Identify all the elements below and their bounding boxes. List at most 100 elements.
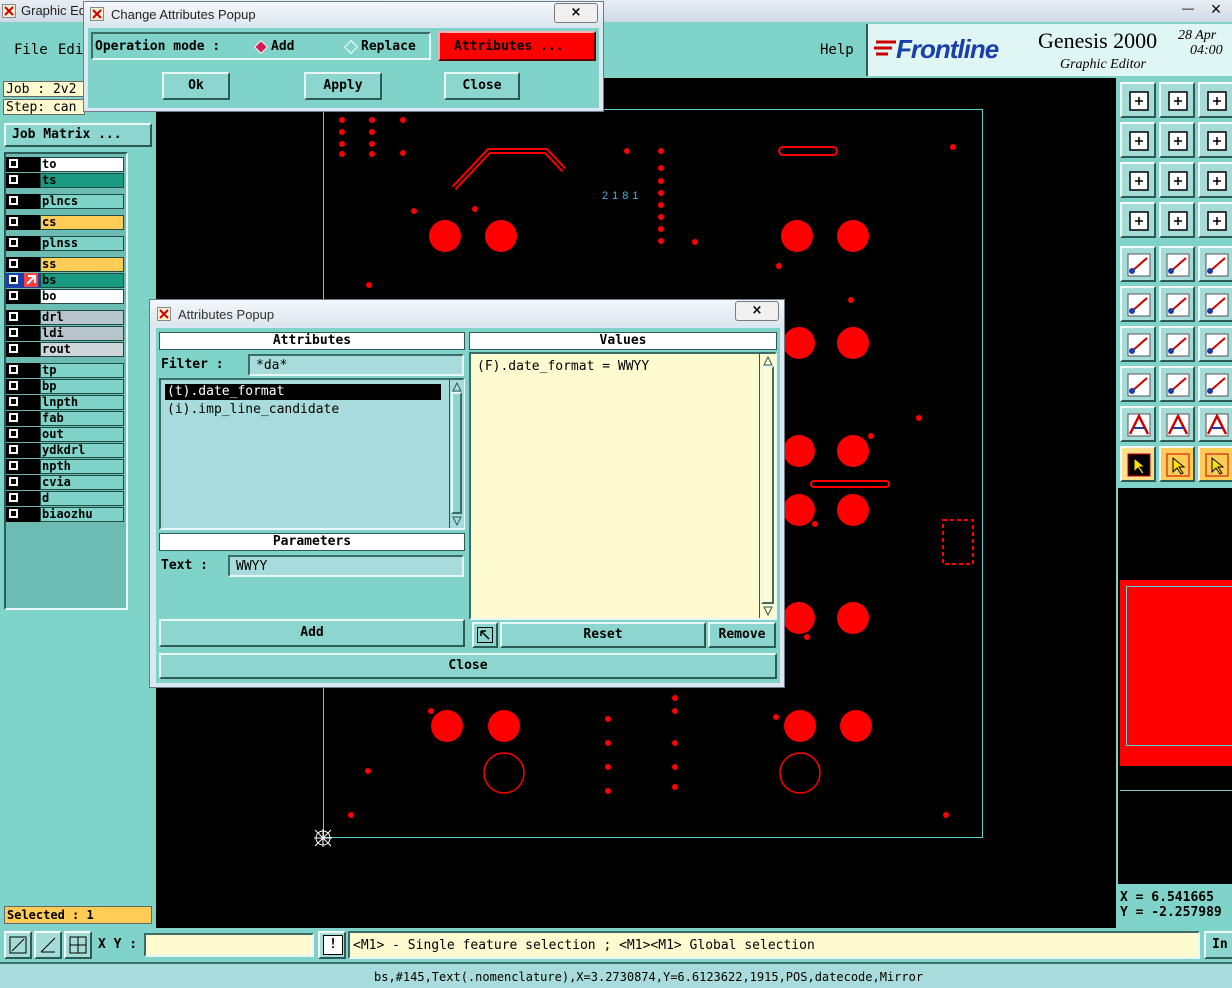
filter-input[interactable]: *da*	[248, 354, 464, 376]
layer-row-drl[interactable]: drl	[6, 310, 124, 325]
remove-button[interactable]: Remove	[708, 622, 776, 648]
layer-name[interactable]: d	[40, 491, 124, 506]
grid-tool[interactable]	[64, 931, 92, 959]
layer-checkbox[interactable]	[9, 509, 18, 518]
layer-checkbox[interactable]	[9, 445, 18, 454]
xy-input[interactable]	[144, 933, 314, 957]
fit-center-tool[interactable]	[1159, 162, 1195, 198]
route-tool[interactable]	[1198, 202, 1232, 238]
line-tool[interactable]	[1159, 326, 1195, 362]
add-button[interactable]: Add	[159, 619, 465, 647]
layer-row-plncs[interactable]: plncs	[6, 194, 124, 209]
layer-row-biaozhu[interactable]: biaozhu	[6, 507, 124, 522]
layer-name[interactable]: bo	[40, 289, 124, 304]
layer-checkbox[interactable]	[9, 328, 18, 337]
draw-poly-tool[interactable]	[1159, 246, 1195, 282]
select-active-tool[interactable]	[1159, 446, 1195, 482]
measure-tool[interactable]	[1120, 202, 1156, 238]
connect-tool[interactable]	[1120, 286, 1156, 322]
close-window-button[interactable]: ×	[1204, 0, 1228, 20]
layer-name[interactable]: ts	[40, 173, 124, 188]
info-button[interactable]: In	[1204, 931, 1232, 959]
layer-checkbox[interactable]	[9, 429, 18, 438]
edit-node-tool[interactable]	[1120, 366, 1156, 402]
warning-button[interactable]: !	[318, 931, 346, 959]
layer-row-d[interactable]: d	[6, 491, 124, 506]
ruler-tool[interactable]	[1198, 246, 1232, 282]
menu-help[interactable]: Help	[820, 42, 854, 58]
layer-row-ldi[interactable]: ldi	[6, 326, 124, 341]
mirror-tool[interactable]	[1198, 366, 1232, 402]
layer-row-npth[interactable]: npth	[6, 459, 124, 474]
layer-checkbox[interactable]	[9, 413, 18, 422]
layer-name[interactable]: ldi	[40, 326, 124, 341]
layer-name[interactable]: ydkdrl	[40, 443, 124, 458]
layer-checkbox[interactable]	[9, 381, 18, 390]
attribute-item-date-format[interactable]: (t).date_format	[165, 384, 441, 400]
layer-name[interactable]: bs	[40, 273, 124, 288]
mode-replace-radio[interactable]: Replace	[343, 38, 433, 56]
attributes-button[interactable]: Attributes ...	[438, 31, 596, 61]
layer-row-to[interactable]: to	[6, 157, 124, 172]
layer-row-tp[interactable]: tp	[6, 363, 124, 378]
layer-checkbox[interactable]	[9, 477, 18, 486]
layer-checkbox[interactable]	[9, 196, 18, 205]
menu-file[interactable]: File	[14, 42, 48, 58]
scroll-thumb[interactable]	[761, 366, 774, 604]
values-scrollbar[interactable]	[759, 354, 776, 618]
close-button[interactable]: Close	[444, 72, 520, 100]
layer-name[interactable]: out	[40, 427, 124, 442]
fit-tool[interactable]	[1120, 162, 1156, 198]
layer-row-plnss[interactable]: plnss	[6, 236, 124, 251]
layer-row-ts[interactable]: ts	[6, 173, 124, 188]
reset-button[interactable]: Reset	[500, 622, 706, 648]
pick-button[interactable]	[472, 622, 498, 648]
layer-checkbox[interactable]	[9, 259, 18, 268]
zoom-out-tool[interactable]	[1159, 122, 1195, 158]
triangle-tool[interactable]	[1120, 406, 1156, 442]
values-list[interactable]: (F).date_format = WWYY	[469, 352, 777, 620]
layer-row-ss[interactable]: ss	[6, 257, 124, 272]
snap-line-tool[interactable]	[1159, 366, 1195, 402]
attr-close-button[interactable]: Close	[159, 653, 777, 679]
layer-checkbox[interactable]	[9, 159, 18, 168]
layer-name[interactable]: bp	[40, 379, 124, 394]
layer-checkbox[interactable]	[9, 175, 18, 184]
move-tool[interactable]	[1198, 286, 1232, 322]
minimize-button[interactable]: —	[1178, 1, 1198, 15]
change-popup-close[interactable]: ×	[554, 3, 598, 23]
angle-line-tool[interactable]	[1120, 326, 1156, 362]
select-zoom-tool[interactable]	[1198, 446, 1232, 482]
snap-tool-1[interactable]	[4, 931, 32, 959]
layer-name[interactable]: lnpth	[40, 395, 124, 410]
layer-row-bp[interactable]: bp	[6, 379, 124, 394]
layer-name[interactable]: npth	[40, 459, 124, 474]
node-tool[interactable]	[1159, 286, 1195, 322]
layer-name[interactable]: fab	[40, 411, 124, 426]
home-tool[interactable]	[1198, 82, 1232, 118]
cursor-tool[interactable]	[1159, 202, 1195, 238]
layer-row-rout[interactable]: rout	[6, 342, 124, 357]
layer-checkbox[interactable]	[9, 217, 18, 226]
layer-name[interactable]: tp	[40, 363, 124, 378]
rotate-tool[interactable]	[1198, 326, 1232, 362]
layer-name[interactable]: ss	[40, 257, 124, 272]
apply-button[interactable]: Apply	[304, 72, 382, 100]
scale-1-2-tool[interactable]	[1198, 162, 1232, 198]
layer-row-out[interactable]: out	[6, 427, 124, 442]
layer-checkbox[interactable]	[9, 238, 18, 247]
zoom-back-tool[interactable]	[1198, 122, 1232, 158]
attribute-list-scrollbar[interactable]	[449, 380, 464, 528]
layer-checkbox[interactable]	[9, 365, 18, 374]
layer-checkbox[interactable]	[9, 291, 18, 300]
zoom-down-tool[interactable]	[1159, 82, 1195, 118]
ok-button[interactable]: Ok	[162, 72, 230, 100]
layer-checkbox[interactable]	[9, 312, 18, 321]
layer-name[interactable]: cvia	[40, 475, 124, 490]
value-item[interactable]: (F).date_format = WWYY	[477, 359, 649, 374]
layer-checkbox[interactable]	[9, 493, 18, 502]
zoom-home-tool[interactable]	[1120, 82, 1156, 118]
layer-checkbox[interactable]	[9, 461, 18, 470]
layer-row-cs[interactable]: cs	[6, 215, 124, 230]
attribute-list[interactable]: (t).date_format (i).imp_line_candidate	[159, 378, 465, 530]
